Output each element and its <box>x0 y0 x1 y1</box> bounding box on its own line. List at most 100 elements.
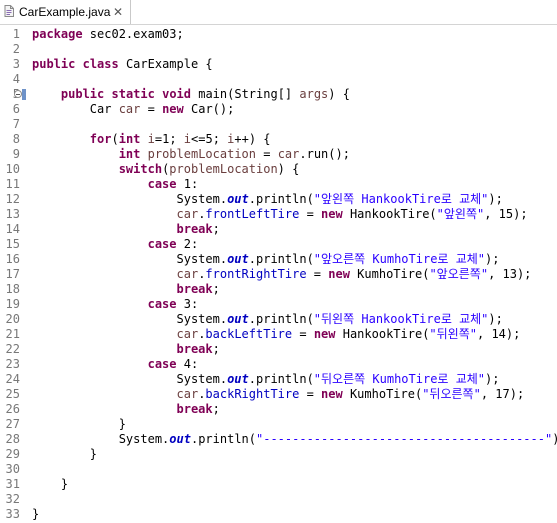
code-token: "뒤왼쪽 HankookTire로 교체" <box>313 312 489 326</box>
code-token: public <box>60 87 105 101</box>
code-token: new <box>321 387 343 401</box>
code-token: new <box>321 207 343 221</box>
code-token: Car(); <box>183 102 235 116</box>
code-token: , 17); <box>480 387 525 401</box>
line-number: 3 <box>12 57 20 71</box>
code-token: .println( <box>248 372 314 386</box>
code-editor[interactable]: 1234567891011121314151617181920212223242… <box>0 25 557 523</box>
fold-ruler <box>14 25 28 523</box>
line-number-gutter: 1234567891011121314151617181920212223242… <box>0 25 22 523</box>
code-token: problemLocation <box>147 147 256 161</box>
code-token: ); <box>488 192 503 206</box>
code-token: "뒤오른쪽" <box>422 387 481 401</box>
code-line: break; <box>32 342 220 357</box>
code-token: Car <box>32 102 119 116</box>
code-token: System. <box>32 372 228 386</box>
code-token: car <box>176 387 199 401</box>
code-line: case 4: <box>32 357 199 372</box>
code-token: = <box>299 387 322 401</box>
code-token: break <box>176 402 213 416</box>
line-number: 33 <box>5 507 20 521</box>
line-number: 14 <box>5 222 20 236</box>
code-line: System.out.println("뒤왼쪽 HankookTire로 교체"… <box>32 312 502 327</box>
code-token: , 14); <box>477 327 521 341</box>
code-token: "뒤왼쪽" <box>429 327 477 341</box>
code-token: = <box>256 147 278 161</box>
code-token: public <box>32 57 76 71</box>
code-token: ); <box>485 372 500 386</box>
code-token: out <box>227 192 249 206</box>
code-token: } <box>32 417 126 431</box>
code-token: out <box>227 312 249 326</box>
code-line: System.out.println("--------------------… <box>32 432 557 447</box>
line-number: 30 <box>5 462 20 476</box>
code-line: switch(problemLocation) { <box>32 162 300 177</box>
line-number: 31 <box>5 477 20 491</box>
code-token: = <box>299 207 322 221</box>
code-token: ); <box>485 252 500 266</box>
code-token: main(String[] <box>191 87 300 101</box>
code-token: } <box>32 507 40 521</box>
code-line: case 2: <box>32 237 199 252</box>
code-line: car.frontLeftTire = new HankookTire("앞왼쪽… <box>32 207 528 222</box>
code-token: int <box>118 132 141 146</box>
code-token: int <box>118 147 141 161</box>
code-token: = <box>306 267 329 281</box>
code-token: break <box>176 342 213 356</box>
close-icon[interactable]: ✕ <box>111 5 125 19</box>
code-token: KumhoTire( <box>349 267 430 281</box>
code-line: car.backLeftTire = new HankookTire("뒤왼쪽"… <box>32 327 521 342</box>
code-token: ++) { <box>234 132 271 146</box>
code-line: public class CarExample { <box>32 57 213 72</box>
collapse-fold-icon[interactable] <box>14 90 22 98</box>
code-token: 4: <box>176 357 199 371</box>
code-line: System.out.println("뒤오른쪽 KumhoTire로 교체")… <box>32 372 499 387</box>
line-number: 2 <box>12 42 20 56</box>
line-number: 24 <box>5 372 20 386</box>
code-token: case <box>147 237 177 251</box>
code-line: break; <box>32 222 220 237</box>
code-line: case 3: <box>32 297 199 312</box>
code-token: i <box>147 132 155 146</box>
line-number: 25 <box>5 387 20 401</box>
code-token: problemLocation <box>169 162 278 176</box>
code-token: ; <box>212 342 220 356</box>
tab-car-example[interactable]: CarExample.java ✕ <box>0 0 131 24</box>
code-token: frontLeftTire <box>205 207 300 221</box>
code-token: System. <box>32 192 228 206</box>
code-token: case <box>147 357 177 371</box>
code-token: HankookTire( <box>335 327 430 341</box>
code-token: void <box>162 87 191 101</box>
code-token: = <box>292 327 314 341</box>
code-token: , 13); <box>488 267 532 281</box>
code-token: 3: <box>176 297 199 311</box>
code-token: out <box>227 252 249 266</box>
code-token: "앞왼쪽" <box>436 207 485 221</box>
line-number: 18 <box>5 282 20 296</box>
code-token: ( <box>111 132 119 146</box>
line-number: 20 <box>5 312 20 326</box>
code-line: public static void main(String[] args) { <box>32 87 350 102</box>
code-token: backLeftTire <box>205 327 293 341</box>
code-token: "앞오른쪽" <box>429 267 489 281</box>
code-token: class <box>82 57 119 71</box>
code-token: = <box>140 102 163 116</box>
line-number: 8 <box>12 132 20 146</box>
code-line: Car car = new Car(); <box>32 102 235 117</box>
code-token: car <box>277 147 300 161</box>
code-line: for(int i=1; i<=5; i++) { <box>32 132 271 147</box>
code-token: i <box>183 132 192 146</box>
code-token: } <box>32 477 69 491</box>
code-token: "앞오른쪽 KumhoTire로 교체" <box>313 252 485 266</box>
code-token: break <box>176 222 213 236</box>
code-token: package <box>32 27 83 41</box>
